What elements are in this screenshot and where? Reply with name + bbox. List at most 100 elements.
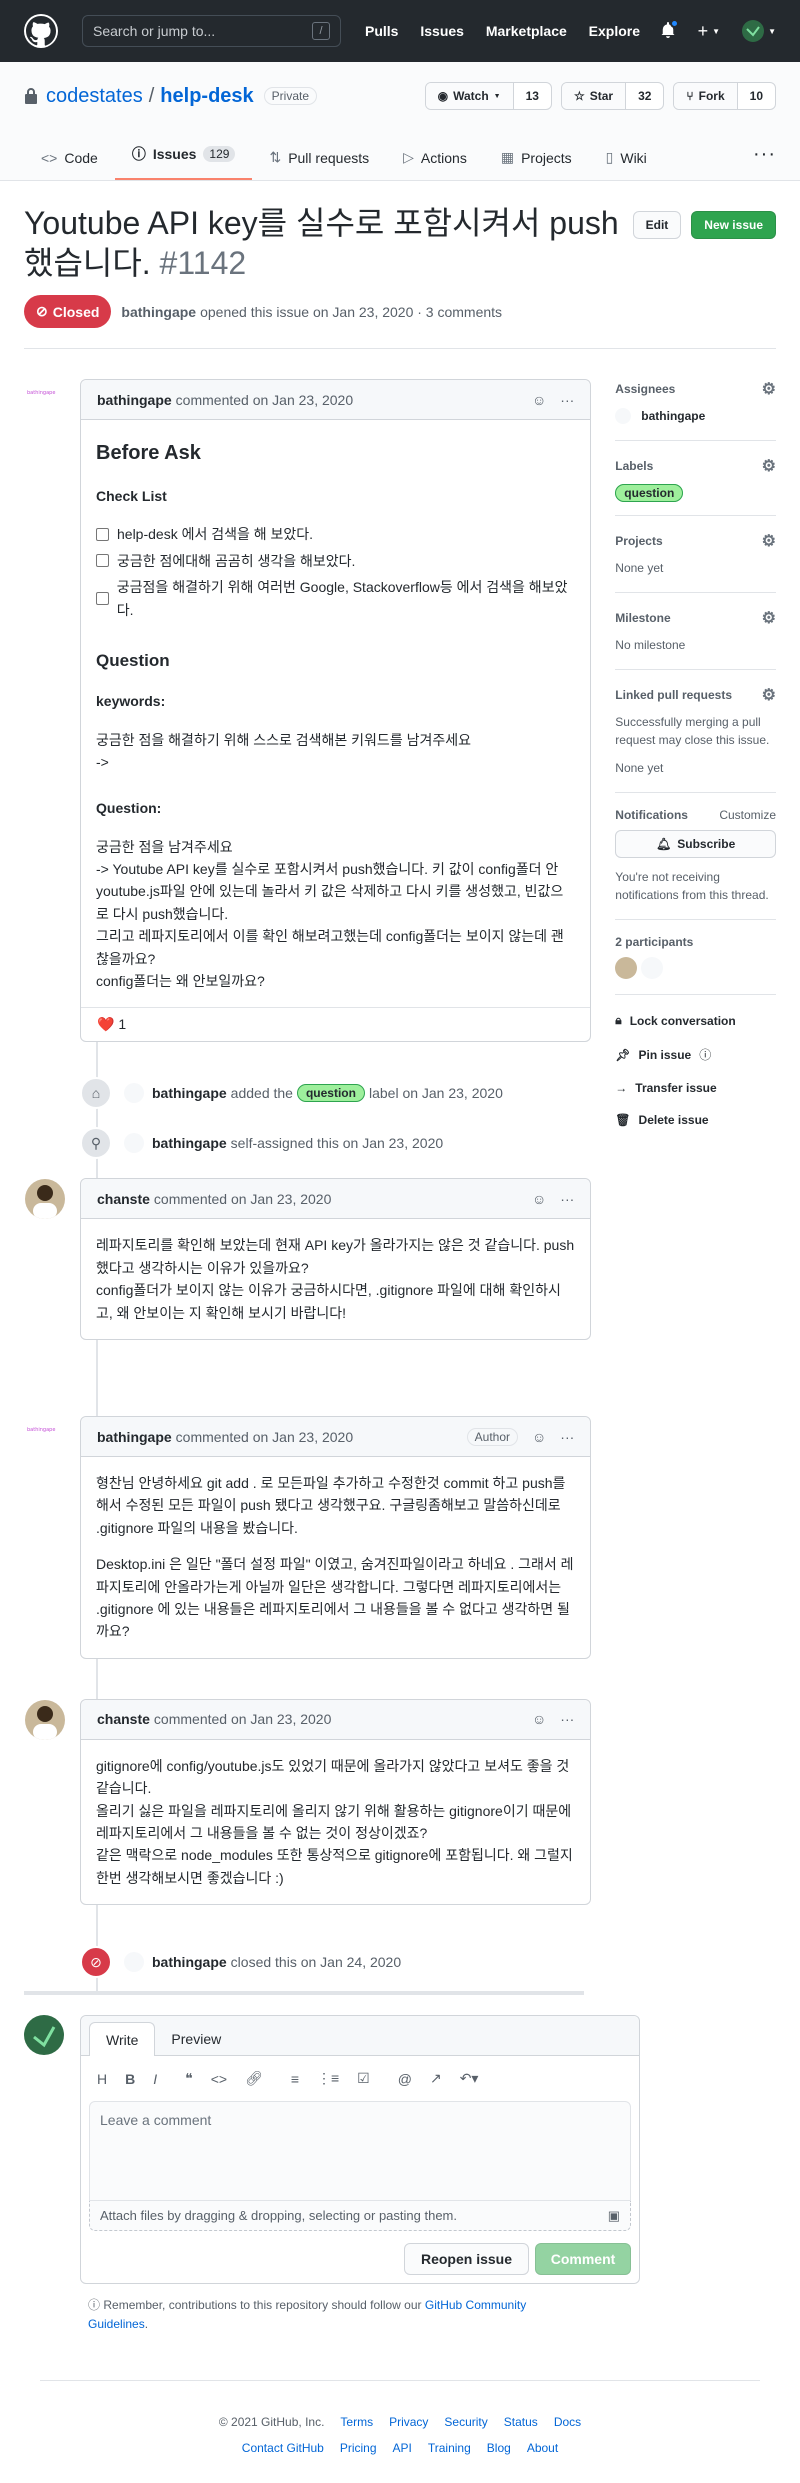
markdown-icon[interactable]: ▣ xyxy=(608,2208,620,2224)
avatar[interactable] xyxy=(25,1699,65,1740)
kebab-horizontal-icon[interactable]: ··· xyxy=(560,1191,574,1207)
repo-name-link[interactable]: help-desk xyxy=(160,85,253,108)
nav-explore[interactable]: Explore xyxy=(589,23,640,39)
footer-link-about[interactable]: About xyxy=(527,2441,558,2455)
comment-author[interactable]: bathingape xyxy=(97,1429,172,1445)
lock-conversation-link[interactable]: 🔒︎ Lock conversation xyxy=(615,1013,776,1028)
edit-button[interactable]: Edit xyxy=(632,211,682,239)
checkbox[interactable] xyxy=(96,592,109,606)
attach-files-bar[interactable]: Attach files by dragging & dropping, sel… xyxy=(89,2201,631,2232)
footer-link-privacy[interactable]: Privacy xyxy=(389,2415,428,2429)
more-tabs-icon[interactable]: ··· xyxy=(736,143,776,180)
list-unordered-icon[interactable]: ≡ xyxy=(291,2071,299,2087)
avatar[interactable]: bathingape xyxy=(25,380,65,420)
create-new-dropdown[interactable]: + ▼ xyxy=(698,21,720,42)
comment-date[interactable]: commented on Jan 23, 2020 xyxy=(154,1711,331,1727)
comment-author[interactable]: chanste xyxy=(97,1711,150,1727)
avatar[interactable] xyxy=(615,957,638,979)
smiley-icon[interactable]: ☺ xyxy=(532,392,546,408)
repo-owner-link[interactable]: codestates xyxy=(46,85,143,108)
avatar[interactable]: bathingape xyxy=(25,1417,65,1457)
label-question[interactable]: question xyxy=(296,1084,365,1103)
tab-pull-requests[interactable]: ⇅ Pull requests xyxy=(252,149,386,180)
footer-link-contact[interactable]: Contact GitHub xyxy=(242,2441,324,2455)
tab-projects[interactable]: ▦ Projects xyxy=(484,149,589,180)
smiley-icon[interactable]: ☺ xyxy=(532,1429,546,1445)
avatar[interactable] xyxy=(25,1179,65,1220)
heart-reaction[interactable]: ❤️ 1 xyxy=(97,1016,126,1033)
smiley-icon[interactable]: ☺ xyxy=(532,1191,546,1207)
reopen-issue-button[interactable]: Reopen issue xyxy=(403,2243,529,2276)
fork-button[interactable]: ⑂ Fork 10 xyxy=(673,82,776,110)
fork-count[interactable]: 10 xyxy=(738,83,775,109)
footer-link-api[interactable]: API xyxy=(393,2441,412,2455)
smiley-icon[interactable]: ☺ xyxy=(532,1711,546,1727)
event-actor[interactable]: bathingape xyxy=(152,1135,227,1151)
kebab-horizontal-icon[interactable]: ··· xyxy=(560,1711,574,1727)
tab-actions[interactable]: ▷ Actions xyxy=(386,149,484,180)
tab-write[interactable]: Write xyxy=(89,2022,156,2057)
comment-date[interactable]: commented on Jan 23, 2020 xyxy=(154,1191,331,1207)
footer-link-status[interactable]: Status xyxy=(504,2415,538,2429)
event-actor[interactable]: bathingape xyxy=(152,1085,227,1101)
comment-date[interactable]: commented on Jan 23, 2020 xyxy=(176,392,353,408)
tab-wiki[interactable]: ▯ Wiki xyxy=(589,149,664,180)
footer-link-terms[interactable]: Terms xyxy=(340,2415,373,2429)
bell-icon[interactable] xyxy=(660,18,679,41)
gear-icon[interactable]: ⚙ xyxy=(762,531,776,551)
italic-icon[interactable]: I xyxy=(153,2071,157,2087)
tab-code[interactable]: <> Code xyxy=(24,150,115,180)
star-button[interactable]: ☆ Star 32 xyxy=(560,82,665,110)
gear-icon[interactable]: ⚙ xyxy=(762,685,776,705)
checkbox[interactable] xyxy=(96,554,109,568)
footer-link-security[interactable]: Security xyxy=(444,2415,487,2429)
mention-icon[interactable]: @ xyxy=(398,2071,412,2087)
footer-link-pricing[interactable]: Pricing xyxy=(340,2441,377,2455)
github-logo-icon[interactable] xyxy=(24,14,58,48)
comment-author[interactable]: chanste xyxy=(97,1191,150,1207)
kebab-horizontal-icon[interactable]: ··· xyxy=(560,1429,574,1445)
footer-link-training[interactable]: Training xyxy=(428,2441,471,2455)
tab-issues[interactable]: ⓘ Issues 129 xyxy=(114,144,253,180)
checkbox[interactable] xyxy=(96,528,109,542)
star-count[interactable]: 32 xyxy=(626,83,663,109)
comment-textarea[interactable]: Leave a comment xyxy=(89,2101,631,2202)
watch-count[interactable]: 13 xyxy=(514,83,551,109)
avatar[interactable] xyxy=(124,1083,144,1104)
link-icon[interactable]: 🔗︎ xyxy=(245,2070,263,2087)
cross-reference-icon[interactable]: ↗ xyxy=(430,2070,442,2087)
new-issue-button[interactable]: New issue xyxy=(691,211,776,239)
reply-icon[interactable]: ↶▾ xyxy=(460,2070,479,2087)
tab-preview[interactable]: Preview xyxy=(155,2022,237,2055)
delete-issue-link[interactable]: 🗑︎ Delete issue xyxy=(615,1113,776,1127)
tasklist-icon[interactable]: ☑ xyxy=(357,2070,370,2087)
kebab-horizontal-icon[interactable]: ··· xyxy=(560,392,574,408)
transfer-issue-link[interactable]: → Transfer issue xyxy=(615,1081,776,1095)
issue-author-link[interactable]: bathingape xyxy=(121,304,196,320)
list-ordered-icon[interactable]: ⋮≡ xyxy=(317,2070,339,2087)
subscribe-button[interactable]: 🔔︎ Subscribe xyxy=(615,830,776,858)
comment-date[interactable]: commented on Jan 23, 2020 xyxy=(176,1429,353,1445)
footer-link-blog[interactable]: Blog xyxy=(487,2441,511,2455)
assignee-link[interactable]: bathingape xyxy=(641,407,705,425)
user-menu[interactable]: ▼ xyxy=(742,20,776,42)
nav-pulls[interactable]: Pulls xyxy=(365,23,398,39)
heading-icon[interactable]: H xyxy=(97,2071,107,2087)
label-question[interactable]: question xyxy=(615,484,684,502)
watch-button[interactable]: ◉ Watch ▼ 13 xyxy=(424,82,552,110)
nav-marketplace[interactable]: Marketplace xyxy=(486,23,567,39)
avatar[interactable] xyxy=(124,1133,144,1154)
gear-icon[interactable]: ⚙ xyxy=(762,456,776,476)
footer-link-docs[interactable]: Docs xyxy=(554,2415,581,2429)
code-icon[interactable]: <> xyxy=(211,2071,227,2087)
quote-icon[interactable]: ❝ xyxy=(185,2070,193,2087)
customize-link[interactable]: Customize xyxy=(719,808,776,822)
avatar[interactable] xyxy=(124,1952,144,1973)
event-actor[interactable]: bathingape xyxy=(152,1954,227,1970)
avatar[interactable] xyxy=(641,957,664,979)
gear-icon[interactable]: ⚙ xyxy=(762,608,776,628)
search-input[interactable]: Search or jump to... / xyxy=(82,15,341,47)
bold-icon[interactable]: B xyxy=(125,2071,135,2087)
pin-issue-link[interactable]: 📌︎ Pin issue ⓘ xyxy=(615,1046,776,1063)
gear-icon[interactable]: ⚙ xyxy=(762,379,776,399)
